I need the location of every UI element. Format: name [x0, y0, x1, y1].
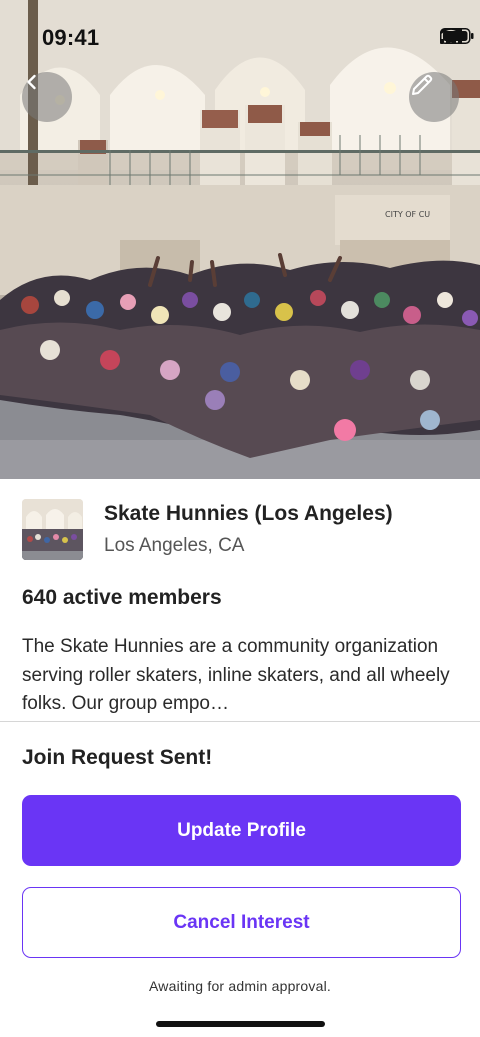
update-profile-button[interactable]: Update Profile	[22, 795, 461, 866]
cover-photo-illustration: CITY OF CU	[0, 0, 480, 479]
group-description[interactable]: The Skate Hunnies are a community organi…	[22, 633, 458, 719]
join-status-title: Join Request Sent!	[22, 746, 213, 769]
member-count: 640 active members	[22, 586, 222, 609]
back-button[interactable]	[22, 72, 72, 122]
home-indicator[interactable]	[156, 1021, 325, 1027]
group-cover-photo: CITY OF CU 09:41	[0, 0, 480, 479]
group-thumbnail	[22, 499, 83, 560]
group-name: Skate Hunnies (Los Angeles)	[104, 502, 393, 525]
status-time: 09:41	[42, 25, 100, 50]
svg-text:CITY OF CU: CITY OF CU	[385, 210, 430, 219]
approval-note: Awaiting for admin approval.	[149, 978, 331, 994]
cancel-interest-button[interactable]: Cancel Interest	[22, 887, 461, 958]
edit-button[interactable]	[409, 72, 459, 122]
group-location: Los Angeles, CA	[104, 535, 245, 556]
group-detail-screen: CITY OF CU 09:41 Skate Hunnies (Los Ange…	[0, 0, 480, 1037]
section-divider	[0, 721, 480, 722]
